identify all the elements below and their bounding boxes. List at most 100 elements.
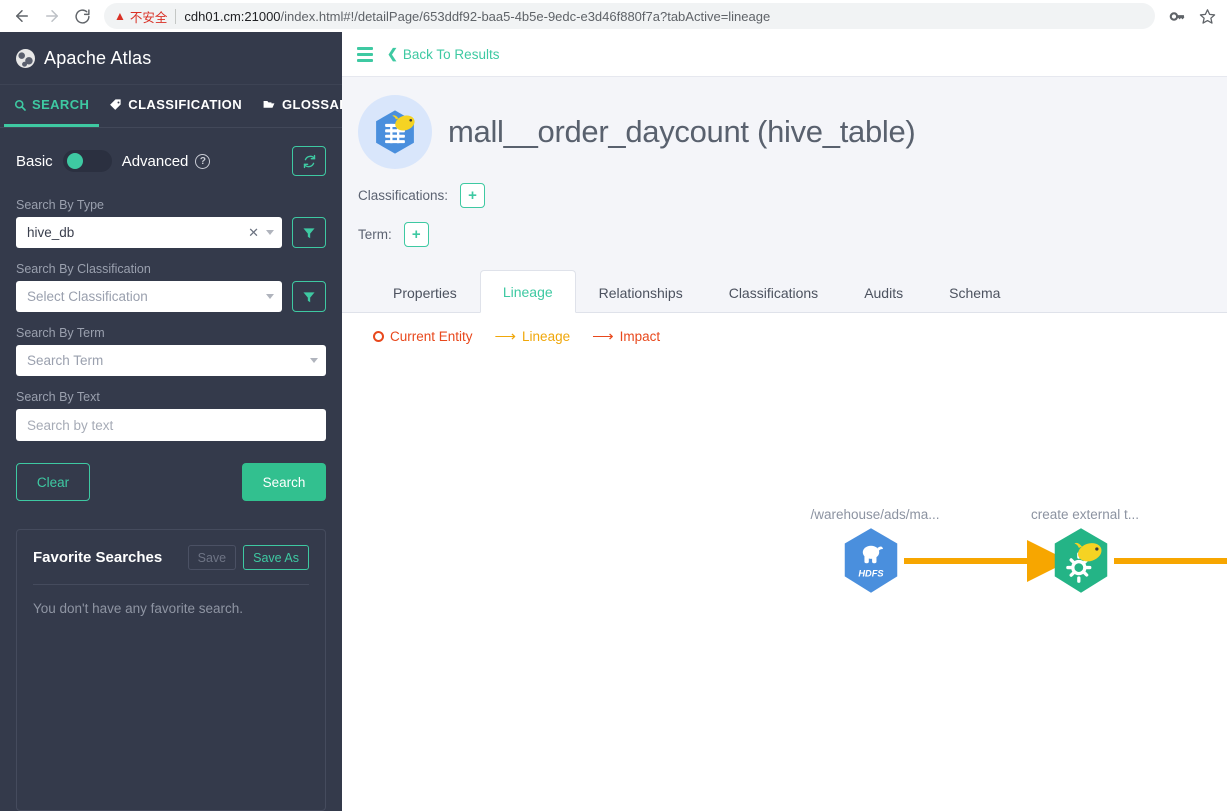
browser-forward-button[interactable] bbox=[38, 2, 66, 30]
help-icon[interactable]: ? bbox=[195, 153, 211, 169]
process-gear-icon bbox=[1054, 528, 1108, 593]
favorite-searches-panel: Favorite Searches Save Save As You don't… bbox=[16, 529, 326, 811]
legend-impact-label: Impact bbox=[619, 329, 661, 344]
legend-lineage-label: Lineage bbox=[522, 329, 571, 344]
search-by-classification-label: Search By Classification bbox=[16, 262, 151, 276]
page-title: mall__order_daycount (hive_table) bbox=[448, 114, 916, 149]
save-button[interactable]: Save bbox=[187, 545, 237, 570]
search-by-term-group: Search By Term Search Term bbox=[16, 326, 326, 376]
refresh-icon bbox=[303, 154, 315, 168]
sidebar-tab-classification-label: CLASSIFICATION bbox=[128, 97, 242, 112]
tab-classifications[interactable]: Classifications bbox=[706, 271, 841, 313]
tab-relationships[interactable]: Relationships bbox=[576, 271, 706, 313]
main-content: ❮ Back To Results mall__order_daycount (… bbox=[342, 32, 1227, 811]
favorite-searches-title: Favorite Searches bbox=[33, 549, 163, 566]
impact-arrow-icon: ⟶ bbox=[592, 328, 614, 345]
legend-lineage[interactable]: ⟶ Lineage bbox=[495, 329, 571, 344]
sidebar-tab-classification[interactable]: CLASSIFICATION bbox=[99, 85, 252, 127]
browser-reload-button[interactable] bbox=[68, 2, 96, 30]
entity-title-row: mall__order_daycount (hive_table) bbox=[342, 95, 1227, 169]
app-container: Apache Atlas SEARCH CLASSIFICATION GLOSS… bbox=[0, 32, 1227, 811]
funnel-icon bbox=[303, 227, 315, 238]
back-arrow-icon bbox=[16, 10, 28, 22]
browser-actions bbox=[1161, 4, 1219, 28]
search-by-term-select[interactable]: Search Term bbox=[16, 345, 326, 376]
entity-tabbar: Properties Lineage Relationships Classif… bbox=[342, 269, 1227, 313]
url-path: /index.html#!/detailPage/653ddf92-baa5-4… bbox=[280, 8, 771, 24]
term-label: Term: bbox=[358, 227, 392, 242]
atlas-logo-icon bbox=[16, 48, 35, 68]
content-topbar: ❮ Back To Results bbox=[342, 32, 1227, 77]
browser-back-button[interactable] bbox=[8, 2, 36, 30]
url-domain: cdh01.cm:21000 bbox=[184, 8, 281, 24]
search-by-text-label: Search By Text bbox=[16, 390, 100, 404]
search-mode-row: Basic Advanced ? bbox=[16, 146, 326, 176]
search-button[interactable]: Search bbox=[242, 463, 326, 501]
save-as-button[interactable]: Save As bbox=[243, 545, 309, 570]
lineage-arrow-icon: ⟶ bbox=[494, 328, 517, 345]
tab-properties[interactable]: Properties bbox=[370, 271, 480, 313]
address-bar[interactable]: ▲ 不安全 cdh01.cm:21000/index.html#!/detail… bbox=[104, 3, 1155, 29]
favorites-divider bbox=[33, 584, 309, 585]
favorite-searches-header: Favorite Searches Save Save As bbox=[33, 545, 309, 570]
legend-impact[interactable]: ⟶ Impact bbox=[592, 329, 660, 344]
search-panel: Basic Advanced ? Search By Type hive_db bbox=[0, 128, 342, 501]
star-icon[interactable] bbox=[1195, 4, 1219, 28]
search-action-row: Clear Search bbox=[16, 463, 326, 501]
lineage-graph[interactable]: /warehouse/ads/ma... create external t..… bbox=[342, 503, 1227, 683]
not-secure-label: 不安全 bbox=[129, 9, 168, 25]
brand-header: Apache Atlas bbox=[0, 32, 342, 85]
hamburger-icon[interactable] bbox=[357, 46, 373, 62]
search-text-input[interactable] bbox=[16, 409, 326, 441]
folder-icon bbox=[262, 98, 276, 111]
search-by-type-clear-icon[interactable]: ✕ bbox=[248, 225, 259, 241]
url-text: cdh01.cm:21000/index.html#!/detailPage/6… bbox=[184, 9, 770, 24]
sidebar-tab-glossary[interactable]: GLOSSARY bbox=[252, 85, 342, 127]
search-by-type-select[interactable]: hive_db ✕ bbox=[16, 217, 282, 248]
chevron-down-icon bbox=[266, 230, 274, 235]
back-to-results-link[interactable]: ❮ Back To Results bbox=[387, 46, 499, 62]
sidebar: Apache Atlas SEARCH CLASSIFICATION GLOSS… bbox=[0, 32, 342, 811]
tag-icon bbox=[109, 98, 122, 111]
search-by-type-label: Search By Type bbox=[16, 198, 105, 212]
search-by-classification-filter-button[interactable] bbox=[292, 281, 326, 312]
add-term-button[interactable]: + bbox=[403, 222, 429, 247]
back-to-results-label: Back To Results bbox=[402, 46, 500, 62]
sidebar-tab-search[interactable]: SEARCH bbox=[4, 85, 100, 127]
basic-mode-label: Basic bbox=[16, 152, 53, 170]
search-mode-toggle[interactable] bbox=[62, 150, 112, 172]
tab-audits[interactable]: Audits bbox=[841, 271, 926, 313]
tab-schema[interactable]: Schema bbox=[926, 271, 1023, 313]
sidebar-tab-glossary-label: GLOSSARY bbox=[282, 97, 342, 112]
search-by-classification-group: Search By Classification Select Classifi… bbox=[16, 262, 326, 312]
classifications-label: Classifications: bbox=[358, 188, 449, 203]
brand-title: Apache Atlas bbox=[44, 47, 152, 68]
search-by-type-filter-button[interactable] bbox=[292, 217, 326, 248]
magnifier-icon bbox=[14, 99, 26, 111]
lineage-node-process[interactable] bbox=[1048, 526, 1114, 596]
forward-arrow-icon bbox=[46, 10, 58, 22]
chevron-down-icon bbox=[310, 358, 318, 363]
key-icon[interactable] bbox=[1165, 4, 1189, 28]
tab-lineage[interactable]: Lineage bbox=[479, 270, 576, 313]
search-by-classification-row: Select Classification bbox=[16, 281, 326, 312]
svg-text:HDFS: HDFS bbox=[858, 568, 884, 578]
search-by-text-group: Search By Text bbox=[16, 390, 326, 441]
lineage-node-hdfs[interactable]: HDFS bbox=[838, 526, 904, 596]
search-by-term-label: Search By Term bbox=[16, 326, 105, 340]
legend-current-entity-label: Current Entity bbox=[390, 329, 473, 344]
omnibox-divider bbox=[175, 8, 177, 24]
legend-current-entity[interactable]: Current Entity bbox=[373, 329, 473, 344]
refresh-button[interactable] bbox=[292, 146, 326, 176]
current-entity-circle-icon bbox=[373, 331, 384, 342]
add-classification-button[interactable]: + bbox=[460, 183, 486, 208]
advanced-mode-label: Advanced bbox=[121, 152, 189, 170]
browser-toolbar: ▲ 不安全 cdh01.cm:21000/index.html#!/detail… bbox=[0, 0, 1227, 32]
sidebar-nav-tabs: SEARCH CLASSIFICATION GLOSSARY bbox=[0, 85, 342, 128]
term-row: Term: + bbox=[342, 222, 1227, 247]
chevron-down-icon bbox=[266, 294, 274, 299]
lineage-canvas[interactable]: Current Entity ⟶ Lineage ⟶ Impact /wareh… bbox=[342, 313, 1227, 811]
entity-header: mall__order_daycount (hive_table) Classi… bbox=[342, 77, 1227, 313]
clear-button[interactable]: Clear bbox=[16, 463, 90, 501]
search-by-classification-select[interactable]: Select Classification bbox=[16, 281, 282, 312]
